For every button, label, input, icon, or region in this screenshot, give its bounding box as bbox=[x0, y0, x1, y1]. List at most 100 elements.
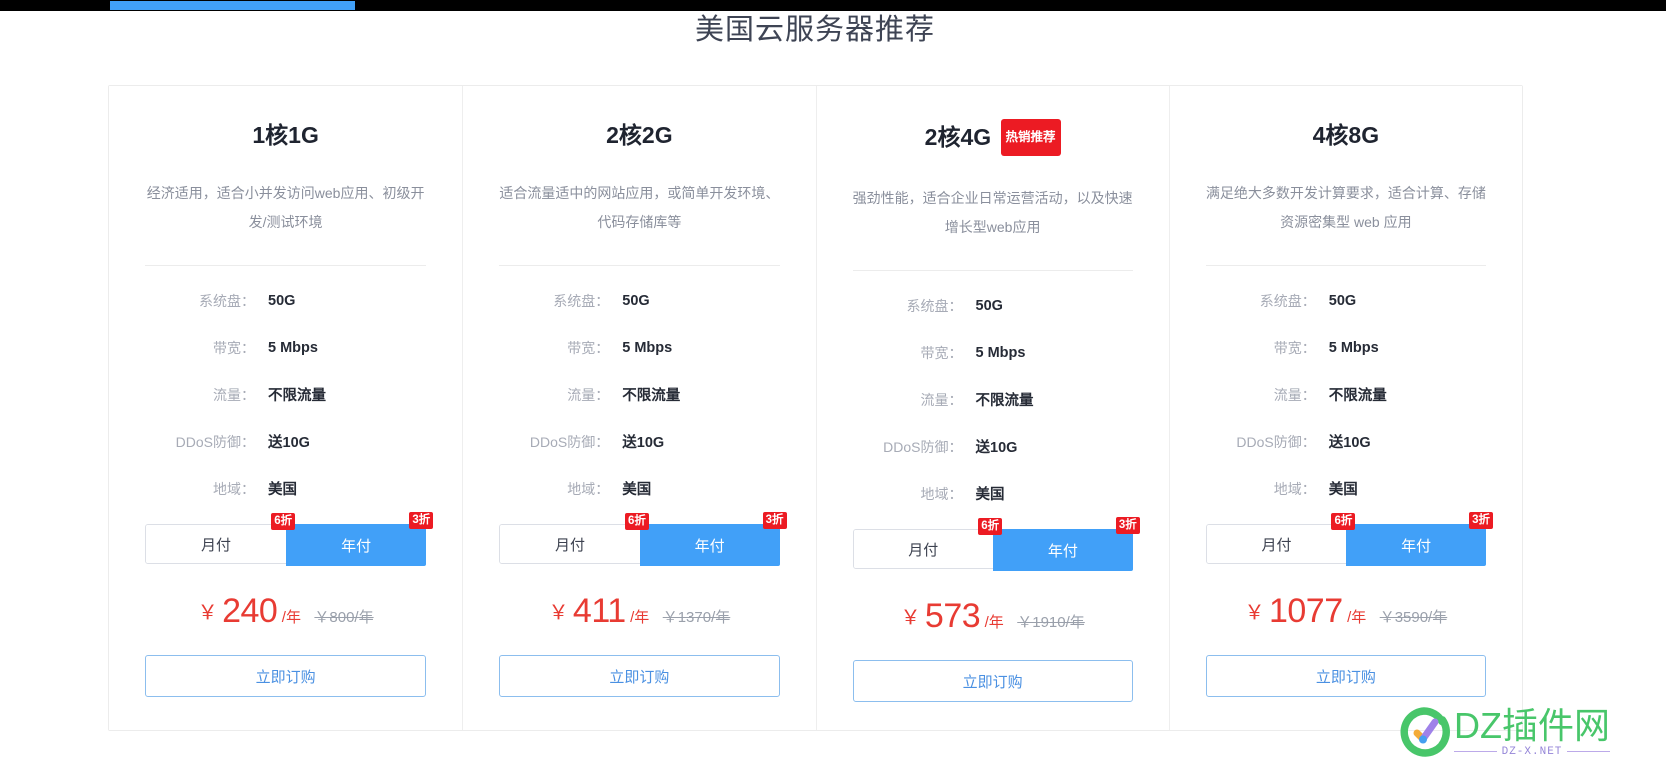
spec-value: 不限流量 bbox=[268, 388, 326, 404]
spec-list: 系统盘： 50G 带宽： 5 Mbps 流量： 不限流量 DDoS防御： 送10… bbox=[499, 277, 779, 512]
discount-badge-monthly: 6折 bbox=[271, 513, 296, 530]
billing-toggle[interactable]: 月付 6折 年付 3折 bbox=[852, 517, 1140, 571]
watermark-domain: DZ-X.NET bbox=[1501, 745, 1563, 758]
billing-toggle[interactable]: 月付 6折 年付 3折 bbox=[499, 512, 787, 566]
spec-label: DDoS防御： bbox=[883, 438, 963, 455]
spec-value: 50G bbox=[1328, 292, 1357, 309]
spec-label: DDoS防御： bbox=[529, 433, 610, 450]
card-description: 适合流量适中的网站应用，或简单开发环境、代码存储库等 bbox=[499, 185, 780, 230]
billing-option-monthly[interactable]: 月付 6折 bbox=[853, 518, 1003, 568]
spec-row-region: 地域： 美国 bbox=[499, 465, 779, 512]
spec-row-region: 地域： 美国 bbox=[145, 465, 426, 512]
spec-label: DDoS防御： bbox=[175, 433, 255, 450]
spec-value: 不限流量 bbox=[622, 388, 681, 404]
divider bbox=[852, 270, 1133, 271]
spec-value: 5 Mbps bbox=[1328, 339, 1379, 356]
billing-option-yearly[interactable]: 年付 3折 bbox=[1346, 512, 1493, 566]
price-unit: /年 bbox=[1347, 609, 1367, 626]
spec-label: 带宽： bbox=[920, 344, 963, 361]
spec-label: 地域： bbox=[567, 480, 610, 497]
watermark-rule-right bbox=[1567, 751, 1610, 752]
order-button-label: 立即订购 bbox=[609, 668, 670, 686]
billing-toggle[interactable]: 月付 6折 年付 3折 bbox=[145, 512, 434, 566]
price-unit: /年 bbox=[281, 609, 301, 626]
card-title-text: 2核2G bbox=[606, 122, 673, 148]
spec-row-bandwidth: 带宽： 5 Mbps bbox=[145, 324, 426, 371]
watermark-rule-left bbox=[1454, 751, 1497, 752]
spec-row-region: 地域： 美国 bbox=[1206, 465, 1486, 512]
billing-option-label: 年付 bbox=[1047, 542, 1078, 560]
card-title: 1核1G bbox=[145, 119, 426, 151]
spec-list: 系统盘： 50G 带宽： 5 Mbps 流量： 不限流量 DDoS防御： 送10… bbox=[1206, 277, 1486, 512]
spec-label: 地域： bbox=[920, 485, 963, 502]
order-button[interactable]: 立即订购 bbox=[1205, 655, 1486, 697]
spec-label: 流量： bbox=[920, 391, 963, 408]
price-amount: 240 bbox=[222, 592, 278, 630]
price-currency: ￥ bbox=[1244, 602, 1265, 624]
billing-option-monthly[interactable]: 月付 6折 bbox=[500, 513, 649, 563]
price-currency: ￥ bbox=[197, 602, 218, 624]
spec-value: 送10G bbox=[975, 440, 1018, 456]
billing-toggle-wrap: 月付 6折 年付 3折 bbox=[145, 512, 434, 566]
billing-option-yearly[interactable]: 年付 3折 bbox=[639, 512, 787, 566]
billing-option-monthly[interactable]: 月付 6折 bbox=[146, 513, 296, 563]
billing-toggle-wrap: 月付 6折 年付 3折 bbox=[499, 512, 787, 566]
billing-option-label: 月付 bbox=[1261, 536, 1292, 554]
pricing-card: 2核4G 热销推荐 强劲性能，适合企业日常运营活动，以及快速增长型web应用 系… bbox=[815, 86, 1169, 730]
spec-row-traffic: 流量： 不限流量 bbox=[853, 376, 1133, 423]
spec-label: 流量： bbox=[213, 386, 255, 403]
spec-value: 美国 bbox=[622, 482, 652, 498]
price-currency: ￥ bbox=[900, 607, 921, 629]
billing-option-label: 年付 bbox=[694, 537, 725, 555]
spec-label: 带宽： bbox=[1273, 339, 1316, 356]
order-button-label: 立即订购 bbox=[962, 673, 1023, 691]
price-row: ￥ 240 /年 ￥800/年 bbox=[145, 592, 426, 631]
billing-option-yearly[interactable]: 年付 3折 bbox=[286, 512, 434, 566]
divider bbox=[145, 265, 427, 266]
pricing-card: 2核2G 适合流量适中的网站应用，或简单开发环境、代码存储库等 系统盘： 50G… bbox=[462, 86, 816, 730]
spec-row-ddos: DDoS防御： 送10G bbox=[499, 418, 779, 465]
spec-value: 美国 bbox=[975, 487, 1005, 503]
spec-label: 系统盘： bbox=[906, 297, 963, 314]
spec-row-ddos: DDoS防御： 送10G bbox=[1206, 418, 1486, 465]
spec-row-bandwidth: 带宽： 5 Mbps bbox=[499, 324, 779, 371]
billing-option-label: 月付 bbox=[201, 536, 232, 554]
spec-row-bandwidth: 带宽： 5 Mbps bbox=[853, 329, 1133, 376]
spec-list: 系统盘： 50G 带宽： 5 Mbps 流量： 不限流量 DDoS防御： 送10… bbox=[853, 282, 1133, 517]
watermark-subtitle: DZ-X.NET bbox=[1454, 746, 1610, 758]
spec-value: 不限流量 bbox=[1328, 388, 1387, 404]
order-button-label: 立即订购 bbox=[255, 668, 316, 686]
spec-row-system-disk: 系统盘： 50G bbox=[499, 277, 779, 324]
card-title: 2核2G bbox=[499, 119, 779, 151]
discount-badge-yearly: 3折 bbox=[409, 512, 434, 529]
discount-badge-monthly: 6折 bbox=[1331, 513, 1356, 530]
spec-label: 带宽： bbox=[213, 339, 255, 356]
spec-label: 系统盘： bbox=[199, 292, 255, 309]
spec-value: 送10G bbox=[268, 435, 310, 451]
billing-toggle[interactable]: 月付 6折 年付 3折 bbox=[1205, 512, 1493, 566]
spec-value: 不限流量 bbox=[975, 393, 1034, 409]
order-button[interactable]: 立即订购 bbox=[499, 655, 780, 697]
order-button[interactable]: 立即订购 bbox=[852, 660, 1133, 702]
spec-value: 美国 bbox=[1328, 482, 1358, 498]
spec-label: 带宽： bbox=[567, 339, 610, 356]
card-title: 2核4G 热销推荐 bbox=[853, 119, 1133, 156]
billing-option-label: 年付 bbox=[1401, 537, 1432, 555]
spec-value: 50G bbox=[975, 297, 1003, 314]
spec-label: 系统盘： bbox=[553, 292, 610, 309]
billing-option-monthly[interactable]: 月付 6折 bbox=[1206, 513, 1356, 563]
card-title-text: 2核4G bbox=[924, 124, 992, 150]
spec-row-system-disk: 系统盘： 50G bbox=[1206, 277, 1486, 324]
spec-value: 50G bbox=[268, 292, 296, 309]
card-title-text: 4核8G bbox=[1312, 122, 1380, 148]
price-row: ￥ 411 /年 ￥1370/年 bbox=[499, 592, 779, 631]
order-button[interactable]: 立即订购 bbox=[145, 655, 427, 697]
billing-option-yearly[interactable]: 年付 3折 bbox=[993, 517, 1140, 571]
spec-row-system-disk: 系统盘： 50G bbox=[145, 277, 426, 324]
spec-row-system-disk: 系统盘： 50G bbox=[853, 282, 1133, 329]
spec-label: 流量： bbox=[567, 386, 610, 403]
spec-value: 50G bbox=[622, 292, 650, 309]
card-title-text: 1核1G bbox=[252, 122, 319, 148]
discount-badge-monthly: 6折 bbox=[978, 518, 1003, 535]
card-description: 强劲性能，适合企业日常运营活动，以及快速增长型web应用 bbox=[852, 190, 1133, 235]
